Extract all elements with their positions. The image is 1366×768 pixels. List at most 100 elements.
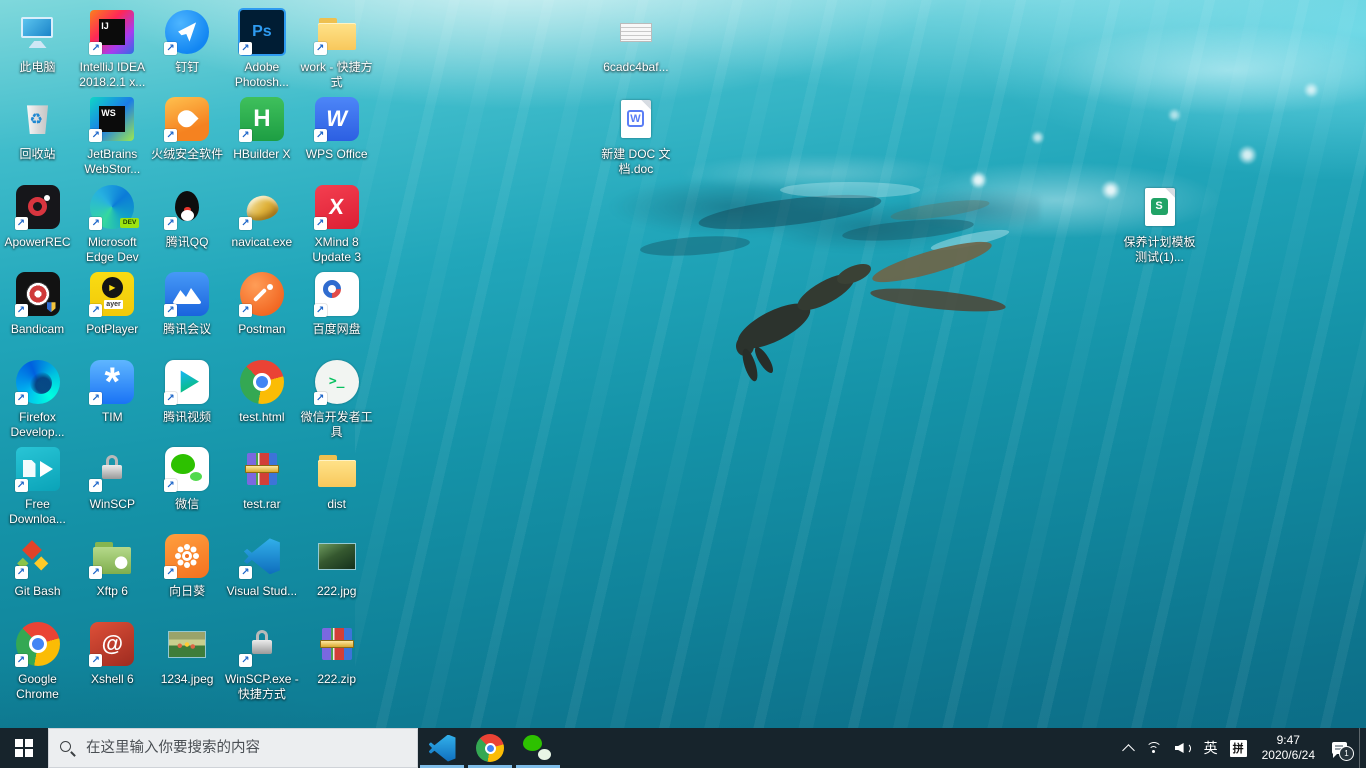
desktop-icon-label: XMind 8 Update 3 <box>299 235 374 265</box>
desktop-icon-tim[interactable]: ↗TIM <box>75 358 150 425</box>
desktop-icon-tencent-meeting[interactable]: ↗腾讯会议 <box>150 270 225 337</box>
desktop-icon-label: 1234.jpeg <box>161 672 214 687</box>
desktop-icon-label: work - 快捷方式 <box>299 60 374 90</box>
ime-indicator[interactable]: 拼 <box>1224 728 1253 768</box>
shortcut-arrow-icon: ↗ <box>239 42 252 55</box>
desktop-icon-img-222-jpg[interactable]: 222.jpg <box>299 532 374 599</box>
desktop-icon-dist-folder[interactable]: dist <box>299 445 374 512</box>
desktop-icon-xls-baoyang[interactable]: 保养计划模板测试(1)... <box>1122 183 1197 265</box>
taskbar: 英 拼 9:47 2020/6/24 1 <box>0 728 1366 768</box>
desktop-icon-label: Free Downloa... <box>0 497 75 527</box>
shortcut-arrow-icon: ↗ <box>15 654 28 667</box>
desktop-icon-sunflower[interactable]: ↗ 向日葵 <box>150 532 225 599</box>
system-tray: 英 拼 9:47 2020/6/24 1 <box>1118 728 1366 768</box>
desktop-icon-xftp[interactable]: ↗Xftp 6 <box>75 532 150 599</box>
desktop-icon-label: WinSCP <box>90 497 135 512</box>
shortcut-arrow-icon: ↗ <box>239 217 252 230</box>
desktop-icon-free-download-manager[interactable]: ↗Free Downloa... <box>0 445 75 527</box>
tray-expand-button[interactable] <box>1118 728 1139 768</box>
language-indicator[interactable]: 英 <box>1198 728 1224 768</box>
desktop-icon-xshell[interactable]: ↗Xshell 6 <box>75 620 150 687</box>
speaker-icon <box>1175 741 1192 755</box>
desktop-icon-wechat[interactable]: ↗微信 <box>150 445 225 512</box>
taskbar-app-wechat[interactable] <box>514 728 562 768</box>
desktop-icon-label: Microsoft Edge Dev <box>75 235 150 265</box>
desktop-icon-apowerrec[interactable]: ↗ ApowerREC <box>0 183 75 250</box>
shortcut-arrow-icon: ↗ <box>164 392 177 405</box>
shortcut-arrow-icon: ↗ <box>314 217 327 230</box>
desktop-icon-label: JetBrains WebStor... <box>75 147 150 177</box>
desktop-icon-label: 微信 <box>175 497 199 512</box>
desktop-icon-tencent-qq[interactable]: ↗ 腾讯QQ <box>150 183 225 250</box>
desktop-icon-firefox-dev[interactable]: ↗ Firefox Develop... <box>0 358 75 440</box>
desktop-icon-this-pc[interactable]: 此电脑 <box>0 8 75 75</box>
desktop-icon-dingtalk[interactable]: ↗钉钉 <box>150 8 225 75</box>
desktop-icon-tencent-video[interactable]: ↗腾讯视频 <box>150 358 225 425</box>
shortcut-arrow-icon: ↗ <box>239 129 252 142</box>
desktop-icon-navicat[interactable]: ↗navicat.exe <box>224 183 299 250</box>
desktop-icon-label: WPS Office <box>306 147 368 162</box>
desktop-icon-label: 向日葵 <box>169 584 205 599</box>
desktop-icon-label: Xshell 6 <box>91 672 134 687</box>
shortcut-arrow-icon: ↗ <box>239 304 252 317</box>
taskbar-app-chrome[interactable] <box>466 728 514 768</box>
desktop-icon-google-chrome[interactable]: ↗Google Chrome <box>0 620 75 702</box>
desktop-icon-label: 回收站 <box>19 147 55 162</box>
desktop-icon-label: 火绒安全软件 <box>151 147 223 162</box>
desktop-icon-visual-studio-code[interactable]: ↗Visual Stud... <box>224 532 299 599</box>
search-input[interactable] <box>84 739 406 757</box>
desktop-icon-label: 微信开发者工具 <box>299 410 374 440</box>
desktop-icon-label: 百度网盘 <box>313 322 361 337</box>
desktop-icon-test-rar[interactable]: test.rar <box>224 445 299 512</box>
shortcut-arrow-icon: ↗ <box>164 304 177 317</box>
shortcut-arrow-icon: ↗ <box>164 217 177 230</box>
desktop-icon-wps-office[interactable]: ↗WPS Office <box>299 95 374 162</box>
desktop-icon-label: 222.jpg <box>317 584 356 599</box>
taskbar-app-vscode[interactable] <box>418 728 466 768</box>
desktop-icon-xmind[interactable]: ↗ XMind 8 Update 3 <box>299 183 374 265</box>
desktop-icon-label: Firefox Develop... <box>0 410 75 440</box>
desktop-icon-potplayer[interactable]: ↗ PotPlayer <box>75 270 150 337</box>
notification-center-button[interactable]: 1 <box>1324 728 1359 768</box>
desktop-icon-bandicam[interactable]: ↗Bandicam <box>0 270 75 337</box>
desktop-icon-label: test.rar <box>243 497 280 512</box>
desktop-icon-label: 保养计划模板测试(1)... <box>1122 235 1197 265</box>
desktop-icon-label: Git Bash <box>14 584 60 599</box>
desktop-icon-git-bash[interactable]: ↗ Git Bash <box>0 532 75 599</box>
desktop-icon-zip-222[interactable]: 222.zip <box>299 620 374 687</box>
desktop-icon-webstorm[interactable]: ↗JetBrains WebStor... <box>75 95 150 177</box>
desktop-icon-winscp[interactable]: ↗WinSCP <box>75 445 150 512</box>
desktop-icon-img-1234-jpeg[interactable]: 1234.jpeg <box>150 620 225 687</box>
shortcut-arrow-icon: ↗ <box>89 566 102 579</box>
shortcut-arrow-icon: ↗ <box>314 392 327 405</box>
desktop-icon-intellij-idea[interactable]: ↗IntelliJ IDEA 2018.2.1 x... <box>75 8 150 90</box>
shortcut-arrow-icon: ↗ <box>15 566 28 579</box>
desktop-icon-label: 腾讯QQ <box>166 235 209 250</box>
desktop-icon-edge-dev[interactable]: ↗Microsoft Edge Dev <box>75 183 150 265</box>
shortcut-arrow-icon: ↗ <box>89 304 102 317</box>
shortcut-arrow-icon: ↗ <box>15 392 28 405</box>
desktop-icon-img-6cadc[interactable]: 6cadc4baf... <box>598 8 673 75</box>
desktop-icon-recycle-bin[interactable]: 回收站 <box>0 95 75 162</box>
desktop-icon-hbuilderx[interactable]: ↗HBuilder X <box>224 95 299 162</box>
desktop-icon-adobe-photoshop[interactable]: ↗Adobe Photosh... <box>224 8 299 90</box>
desktop-icon-test-html[interactable]: test.html <box>224 358 299 425</box>
desktop-icon-postman[interactable]: ↗Postman <box>224 270 299 337</box>
shortcut-arrow-icon: ↗ <box>15 217 28 230</box>
network-status[interactable] <box>1139 728 1169 768</box>
volume-control[interactable] <box>1169 728 1198 768</box>
desktop-icon-label: ApowerREC <box>4 235 70 250</box>
desktop-icon-huorong[interactable]: ↗火绒安全软件 <box>150 95 225 162</box>
taskbar-search-box[interactable] <box>48 728 418 768</box>
shortcut-arrow-icon: ↗ <box>164 566 177 579</box>
desktop-icon-winscp-exe[interactable]: ↗WinSCP.exe - 快捷方式 <box>224 620 299 702</box>
taskbar-app-buttons <box>418 728 562 768</box>
clock[interactable]: 9:47 2020/6/24 <box>1253 728 1324 768</box>
desktop-icon-baidu-netdisk[interactable]: ↗百度网盘 <box>299 270 374 337</box>
desktop-icon-work-folder[interactable]: ↗work - 快捷方式 <box>299 8 374 90</box>
show-desktop-button[interactable] <box>1359 728 1366 768</box>
start-button[interactable] <box>0 728 48 768</box>
desktop-icon-label: PotPlayer <box>86 322 138 337</box>
desktop-icon-doc-new[interactable]: 新建 DOC 文档.doc <box>598 95 673 177</box>
desktop-icon-wechat-devtools[interactable]: ↗ 微信开发者工具 <box>299 358 374 440</box>
